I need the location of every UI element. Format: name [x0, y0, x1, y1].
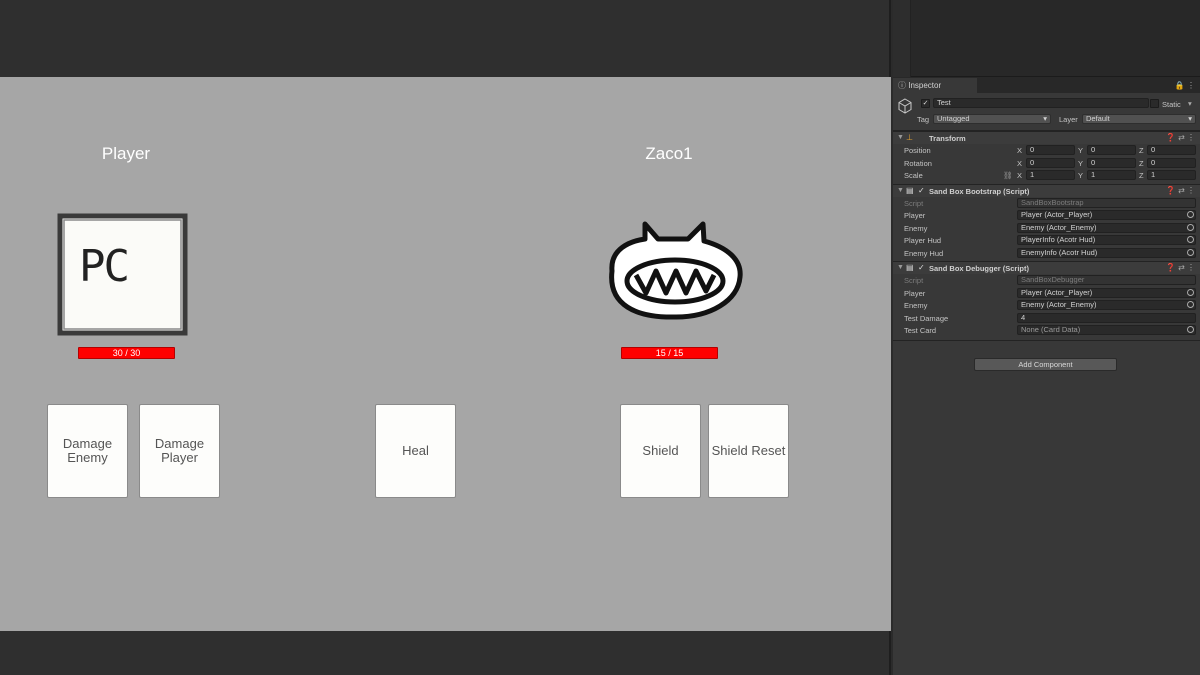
static-dropdown-icon[interactable]: ▾ [1188, 99, 1192, 108]
player-name-label: Player [101, 144, 151, 163]
bootstrap-player-field[interactable]: Player (Actor_Player) [1017, 210, 1196, 220]
debugger-enemy-row: Enemy Enemy (Actor_Enemy) [893, 299, 1200, 312]
debugger-enemy-field[interactable]: Enemy (Actor_Enemy) [1017, 300, 1196, 310]
rotation-y-field[interactable]: 0 [1087, 157, 1136, 168]
enemy-hp-bar: 15 / 15 [621, 347, 718, 359]
inspector-tab-bar: ⓘ Inspector 🔒 ⋮ [893, 78, 1200, 93]
object-picker-icon[interactable] [1187, 236, 1194, 243]
foldout-arrow-icon[interactable]: ▼ [897, 264, 904, 271]
transform-icon: ⊥ [906, 133, 913, 142]
bootstrap-player-hud-field[interactable]: PlayerInfo (Acotr Hud) [1017, 235, 1196, 245]
player-portrait-text: PC [79, 241, 130, 292]
bootstrap-enemy-field[interactable]: Enemy (Actor_Enemy) [1017, 222, 1196, 233]
static-label: Static [1162, 100, 1181, 109]
object-picker-icon[interactable] [1187, 223, 1194, 231]
tab-inspector[interactable]: ⓘ Inspector [893, 78, 977, 93]
object-picker-icon[interactable] [1187, 248, 1194, 256]
info-icon: ⓘ [898, 81, 906, 90]
inspector-panel: ⓘ Inspector 🔒 ⋮ ✓ Test Static ▾ Tag Unta… [893, 78, 1200, 675]
debugger-test-card-row: Test Card None (Card Data) [893, 324, 1200, 337]
debugger-script-row: Script SandBoxDebugger [893, 274, 1200, 287]
debugger-script-field: SandBoxDebugger [1017, 275, 1196, 285]
layer-label: Layer [1059, 115, 1078, 124]
scale-x-field[interactable]: 1 [1026, 170, 1075, 180]
transform-component-header[interactable]: ▼ ⊥ Transform ❓ ⇄ ⋮ [893, 131, 1200, 144]
card-shield-reset[interactable]: Shield Reset [708, 404, 789, 498]
link-icon[interactable]: ⛓ [1003, 171, 1013, 180]
more-menu-icon[interactable]: ⋮ [1187, 133, 1195, 142]
object-picker-icon[interactable] [1187, 288, 1194, 296]
help-icon[interactable]: ❓ [1166, 133, 1176, 142]
script-icon: ▤ [906, 185, 914, 195]
rotation-z-field[interactable]: 0 [1147, 157, 1196, 168]
rotation-row: Rotation X 0 Y 0 Z 0 [893, 157, 1200, 170]
game-view-panel: Player PC 30 / 30 Zaco1 15 / 15 Damage E… [0, 0, 891, 675]
game-canvas: Player PC 30 / 30 Zaco1 15 / 15 Damage E… [0, 77, 891, 631]
component-enabled-checkbox[interactable]: ✓ [918, 186, 925, 195]
lock-icon[interactable]: 🔒 [1175, 81, 1185, 90]
debugger-player-row: Player Player (Actor_Player) [893, 287, 1200, 300]
monster-icon [609, 221, 743, 320]
position-row: Position X 0 Y 0 Z 0 [893, 144, 1200, 157]
object-picker-icon[interactable] [1187, 211, 1194, 218]
script-icon: ▤ [906, 263, 914, 272]
tag-dropdown[interactable]: Untagged ▾ [933, 114, 1051, 124]
active-checkbox[interactable]: ✓ [921, 99, 930, 108]
gameobject-header: ✓ Test Static ▾ Tag Untagged ▾ Layer Def… [893, 93, 1200, 131]
preset-icon[interactable]: ⇄ [1178, 263, 1185, 272]
enemy-name-label: Zaco1 [645, 144, 693, 163]
rotation-x-field[interactable]: 0 [1026, 157, 1075, 168]
test-damage-field[interactable]: 4 [1017, 312, 1196, 323]
debugger-test-damage-row: Test Damage 4 [893, 312, 1200, 325]
component-enabled-checkbox[interactable]: ✓ [918, 263, 925, 272]
more-menu-icon[interactable]: ⋮ [1187, 186, 1195, 195]
add-component-button[interactable]: Add Component [974, 358, 1117, 371]
scale-row: Scale ⛓ X 1 Y 1 Z 1 [893, 169, 1200, 182]
card-damage-enemy[interactable]: Damage Enemy [47, 404, 128, 498]
card-damage-player[interactable]: Damage Player [139, 404, 220, 498]
help-icon[interactable]: ❓ [1166, 186, 1176, 195]
preset-icon[interactable]: ⇄ [1178, 133, 1185, 142]
help-icon[interactable]: ❓ [1166, 263, 1176, 272]
player-portrait: PC [57, 213, 188, 337]
bootstrap-player-hud-row: Player Hud PlayerInfo (Acotr Hud) [893, 234, 1200, 247]
position-x-field[interactable]: 0 [1026, 145, 1075, 155]
object-picker-icon[interactable] [1187, 301, 1194, 308]
card-heal[interactable]: Heal [375, 404, 456, 498]
position-z-field[interactable]: 0 [1147, 145, 1196, 155]
bootstrap-enemy-hud-row: Enemy Hud EnemyInfo (Acotr Hud) [893, 247, 1200, 260]
bootstrap-component-header[interactable]: ▼ ▤ ✓ Sand Box Bootstrap (Script) ❓ ⇄ ⋮ [893, 183, 1200, 197]
right-top-area [893, 0, 1200, 77]
object-picker-icon[interactable] [1187, 326, 1194, 333]
card-shield[interactable]: Shield [620, 404, 701, 498]
bootstrap-enemy-hud-field[interactable]: EnemyInfo (Acotr Hud) [1017, 247, 1196, 258]
foldout-arrow-icon[interactable]: ▼ [897, 134, 904, 141]
debugger-component-header[interactable]: ▼ ▤ ✓ Sand Box Debugger (Script) ❓ ⇄ ⋮ [893, 261, 1200, 274]
more-menu-icon[interactable]: ⋮ [1187, 81, 1195, 90]
bootstrap-enemy-row: Enemy Enemy (Actor_Enemy) [893, 222, 1200, 235]
scale-y-field[interactable]: 1 [1087, 170, 1136, 180]
bootstrap-script-row: Script SandBoxBootstrap [893, 197, 1200, 210]
player-hp-bar: 30 / 30 [78, 347, 175, 359]
tag-label: Tag [917, 115, 930, 124]
chevron-down-icon: ▾ [1188, 114, 1192, 123]
foldout-arrow-icon[interactable]: ▼ [897, 187, 904, 194]
more-menu-icon[interactable]: ⋮ [1187, 263, 1195, 272]
test-card-field[interactable]: None (Card Data) [1017, 325, 1196, 335]
preset-icon[interactable]: ⇄ [1178, 186, 1185, 195]
bootstrap-script-field: SandBoxBootstrap [1017, 197, 1196, 208]
editor-right-panel: ⓘ Inspector 🔒 ⋮ ✓ Test Static ▾ Tag Unta… [893, 0, 1200, 675]
scale-z-field[interactable]: 1 [1147, 170, 1196, 180]
static-checkbox[interactable] [1150, 99, 1159, 108]
debugger-player-field[interactable]: Player (Actor_Player) [1017, 287, 1196, 298]
enemy-portrait [600, 221, 746, 323]
gameobject-cube-icon [897, 98, 913, 114]
divider [893, 339, 1200, 341]
layer-dropdown[interactable]: Default ▾ [1082, 114, 1196, 124]
bootstrap-player-row: Player Player (Actor_Player) [893, 209, 1200, 222]
chevron-down-icon: ▾ [1043, 114, 1047, 123]
object-name-field[interactable]: Test [933, 98, 1149, 108]
position-y-field[interactable]: 0 [1087, 145, 1136, 155]
